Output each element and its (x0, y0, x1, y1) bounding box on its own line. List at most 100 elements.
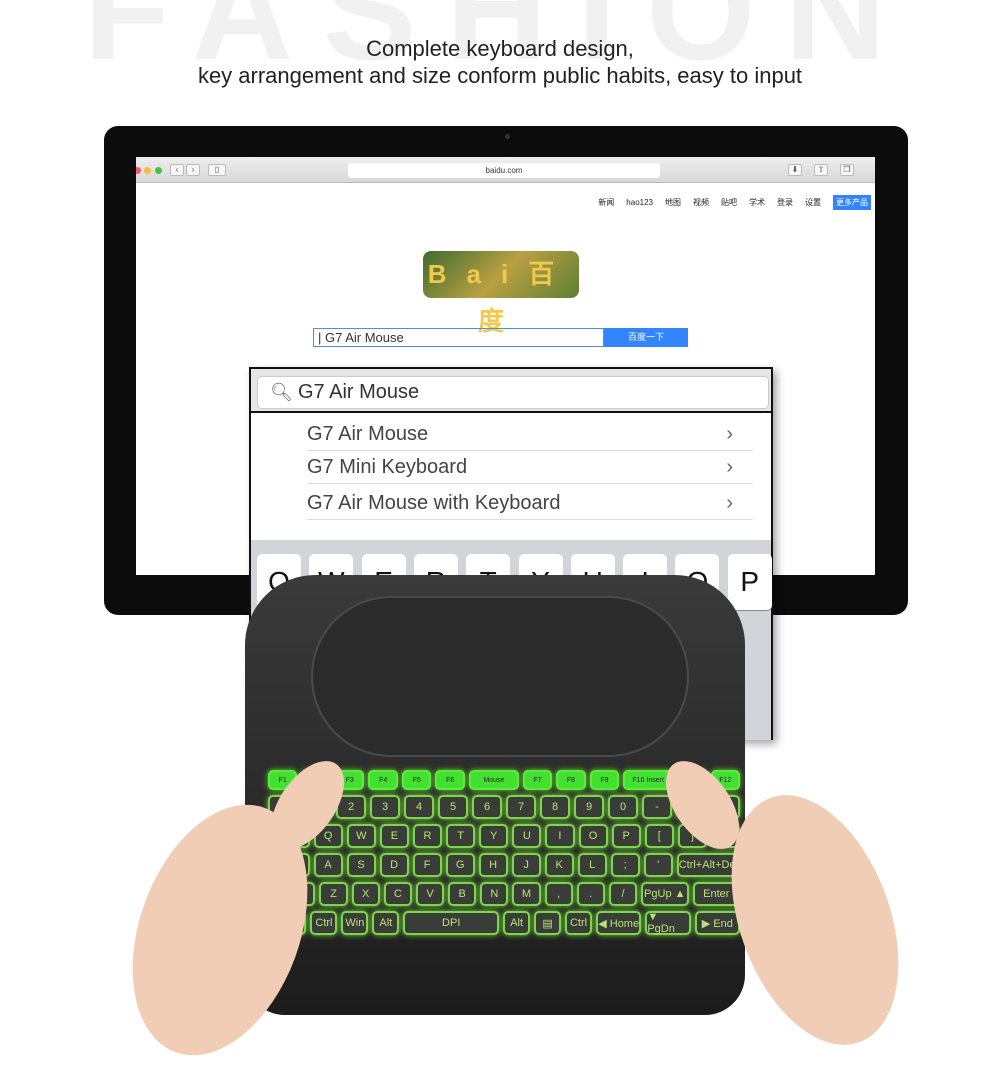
close-dot[interactable] (136, 167, 141, 174)
key[interactable]: 0 (608, 795, 638, 819)
key[interactable]: . (576, 882, 605, 906)
search-button[interactable]: 百度一下 (604, 328, 688, 347)
key[interactable]: S (346, 853, 376, 877)
key[interactable]: F4 (368, 770, 398, 790)
key[interactable]: - (642, 795, 672, 819)
suggestion-item[interactable]: G7 Mini Keyboard › (307, 452, 753, 484)
key[interactable]: ▼ PgDn (645, 911, 691, 935)
key[interactable]: / (608, 882, 638, 906)
more-products-button[interactable]: 更多产品 (833, 195, 871, 210)
sidebar-icon[interactable]: ▯ (208, 164, 226, 176)
key[interactable]: 3 (370, 795, 400, 819)
key[interactable]: ' (643, 853, 673, 877)
key[interactable]: , (544, 882, 573, 906)
key[interactable]: Alt (372, 911, 400, 935)
key[interactable]: H (478, 853, 508, 877)
suggestion-label: G7 Mini Keyboard (307, 456, 468, 478)
forward-icon[interactable]: › (186, 164, 200, 176)
key[interactable]: W (346, 824, 376, 848)
search-text: G7 Air Mouse (298, 381, 420, 403)
nav-link[interactable]: 地图 (665, 197, 681, 208)
key[interactable]: K (544, 853, 574, 877)
search-icon: 🔍︎ (270, 382, 293, 402)
key[interactable]: 5 (438, 795, 468, 819)
key[interactable]: U (512, 824, 542, 848)
key[interactable]: V (415, 882, 445, 906)
suggestion-label: G7 Air Mouse with Keyboard (307, 492, 561, 514)
nav-link[interactable]: 视频 (693, 197, 709, 208)
onscreen-key[interactable]: P (727, 554, 772, 610)
key-row: ShiftZXCVBNM,./PgUp ▲Enter (268, 882, 741, 906)
key[interactable]: Ctrl (310, 911, 338, 935)
key[interactable]: F7 (522, 770, 553, 790)
key[interactable]: F8 (556, 770, 586, 790)
key[interactable]: O (578, 824, 608, 848)
nav-link[interactable]: hao123 (626, 198, 653, 207)
nav-link[interactable]: 贴吧 (721, 197, 737, 208)
key[interactable]: ▤ (534, 911, 562, 935)
minimize-dot[interactable] (144, 167, 151, 174)
key[interactable]: 8 (540, 795, 570, 819)
key[interactable]: [ (644, 824, 674, 848)
suggestion-item[interactable]: G7 Air Mouse › (307, 419, 753, 451)
key[interactable]: R (412, 824, 443, 848)
key[interactable]: F6 (435, 770, 465, 790)
share-icon[interactable]: ⇧ (814, 164, 828, 176)
chevron-right-icon: › (726, 456, 733, 478)
webcam (505, 134, 510, 139)
key[interactable]: F9 (589, 770, 620, 790)
key[interactable]: ; (610, 853, 640, 877)
key[interactable]: T (446, 824, 476, 848)
key[interactable]: J (511, 853, 541, 877)
key[interactable]: Y (479, 824, 509, 848)
key[interactable]: B (448, 882, 477, 906)
touchpad[interactable] (311, 596, 689, 757)
key[interactable]: L (577, 853, 607, 877)
key[interactable]: G (445, 853, 475, 877)
key[interactable]: Win (341, 911, 369, 935)
key[interactable]: Z (319, 882, 348, 906)
key[interactable]: ▶ End (694, 911, 740, 935)
key[interactable]: M (512, 882, 541, 906)
nav-link[interactable]: 学术 (749, 197, 765, 208)
key[interactable]: Ctrl (565, 911, 592, 935)
top-nav: 新闻 hao123 地图 视频 贴吧 学术 登录 设置 更多产品 (598, 195, 871, 210)
key[interactable]: ◀ Home (596, 911, 642, 935)
key[interactable]: X (351, 882, 380, 906)
baidu-logo: Bai百度 (423, 251, 579, 336)
search-input[interactable]: | G7 Air Mouse (313, 328, 604, 347)
key[interactable]: 4 (404, 795, 434, 819)
key[interactable]: F (412, 853, 442, 877)
key[interactable]: Mouse (468, 770, 519, 790)
nav-link[interactable]: 登录 (777, 197, 793, 208)
suggestion-item[interactable]: G7 Air Mouse with Keyboard › (307, 488, 753, 520)
key[interactable]: C (383, 882, 412, 906)
tabs-icon[interactable]: ❐ (840, 164, 854, 176)
chevron-right-icon: › (726, 492, 733, 514)
key[interactable]: D (379, 853, 409, 877)
key[interactable]: 6 (472, 795, 502, 819)
key[interactable]: DPI (403, 911, 500, 935)
address-bar[interactable]: baidu.com (348, 163, 660, 178)
chevron-right-icon: › (726, 423, 733, 445)
key-row: TabQWERTYUIOP[]\ (267, 824, 741, 848)
key[interactable]: E (379, 824, 409, 848)
nav-link[interactable]: 新闻 (598, 197, 614, 208)
overlay-search-input[interactable]: 🔍︎ G7 Air Mouse (257, 376, 769, 409)
key[interactable]: I (545, 824, 575, 848)
download-icon[interactable]: ⬇ (788, 164, 802, 176)
back-icon[interactable]: ‹ (170, 164, 184, 176)
key[interactable]: PgUp ▲ (641, 882, 689, 906)
key[interactable]: N (480, 882, 509, 906)
key[interactable]: 7 (506, 795, 536, 819)
key[interactable]: P (611, 824, 641, 848)
key-row: CapsASDFGHJKL;'Ctrl+Alt+Del (268, 853, 740, 877)
key[interactable]: 9 (574, 795, 604, 819)
headline-2: key arrangement and size conform public … (197, 63, 803, 88)
nav-link[interactable]: 设置 (805, 197, 821, 208)
key[interactable]: F5 (401, 770, 432, 790)
key[interactable]: A (313, 853, 343, 877)
key[interactable]: Alt (503, 911, 531, 935)
browser-toolbar: ‹ › ▯ baidu.com ⬇ ⇧ ❐ (136, 157, 875, 183)
maximize-dot[interactable] (155, 167, 162, 174)
